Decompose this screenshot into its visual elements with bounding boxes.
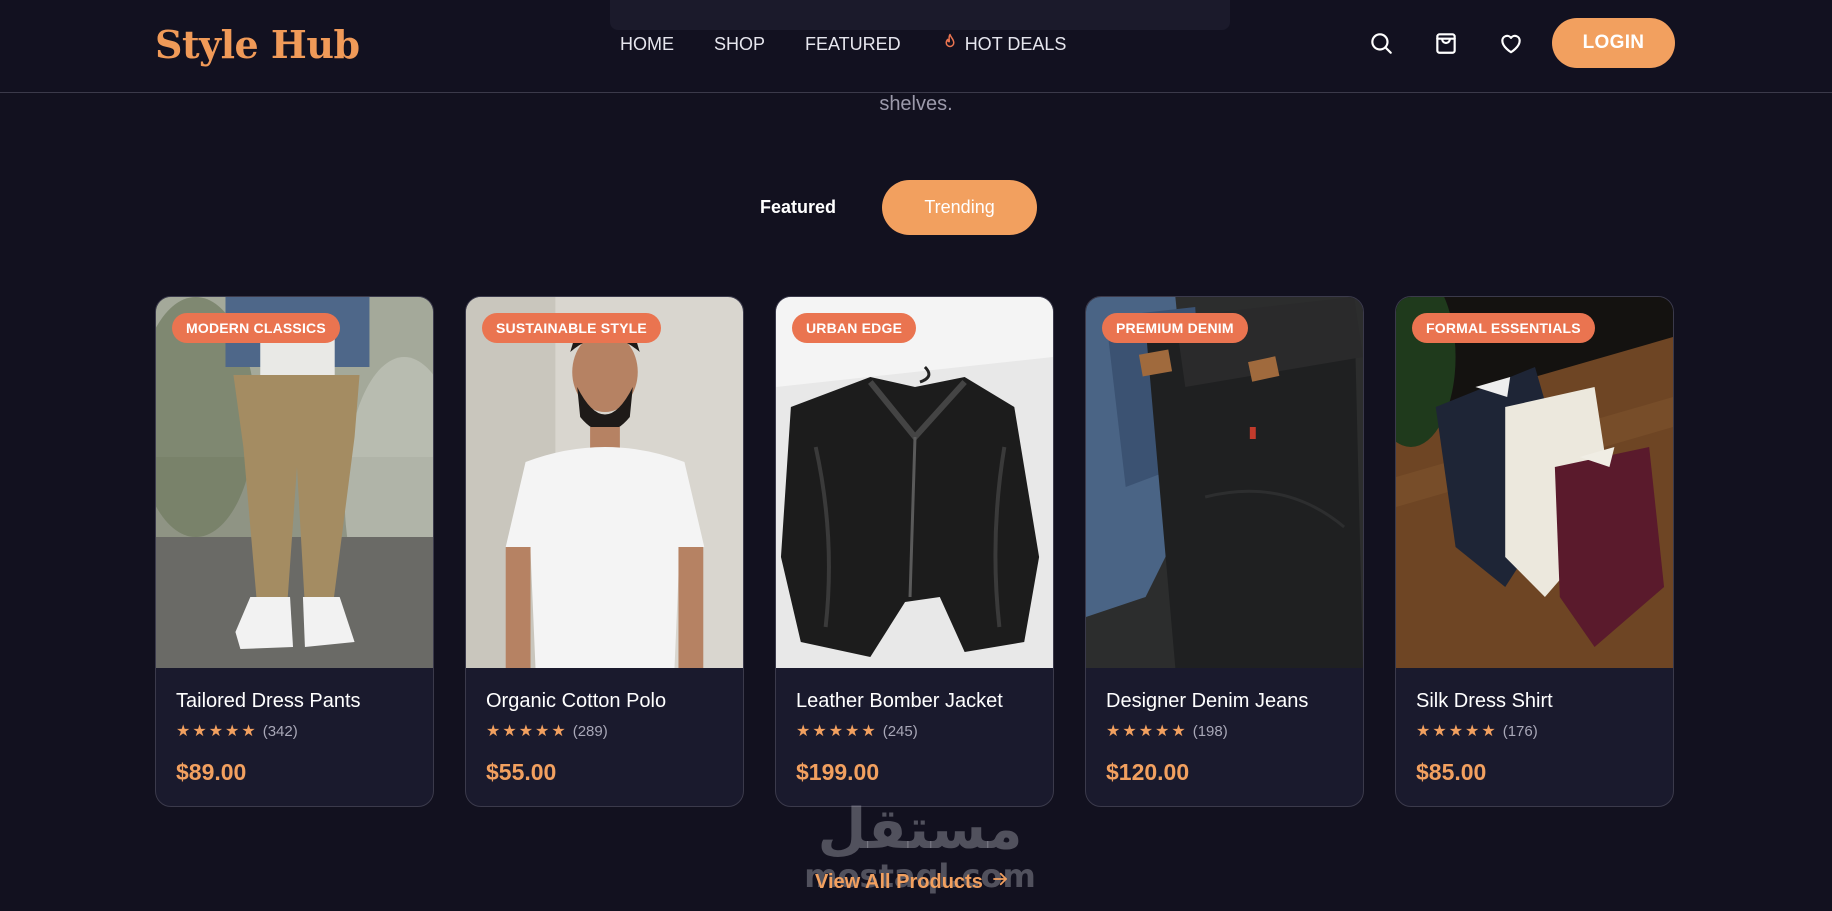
product-badge: URBAN EDGE <box>792 313 917 343</box>
product-rating: ★★★★★ (176) <box>1416 721 1653 741</box>
nav-home[interactable]: HOME <box>620 33 674 56</box>
shopping-bag-icon[interactable] <box>1433 30 1459 56</box>
nav-shop-label: SHOP <box>714 34 766 54</box>
product-price: $55.00 <box>486 759 557 785</box>
product-title: Designer Denim Jeans <box>1106 690 1309 712</box>
review-count: (342) <box>262 722 298 740</box>
section-subtitle: shelves. <box>879 93 953 115</box>
product-badge: MODERN CLASSICS <box>172 313 340 343</box>
view-all-products-link[interactable]: View All Products <box>815 870 1009 894</box>
product-rating: ★★★★★ (289) <box>486 721 723 741</box>
product-card[interactable]: PREMIUM DENIM Designer Denim Jeans ★★★★★… <box>1085 296 1364 807</box>
view-all-label: View All Products <box>815 870 983 893</box>
product-card[interactable]: URBAN EDGE Leather Bomber Jacket ★★★★★ (… <box>775 296 1054 807</box>
product-card[interactable]: FORMAL ESSENTIALS Silk Dress Shirt ★★★★★… <box>1395 296 1674 807</box>
heart-icon[interactable] <box>1498 30 1524 56</box>
header-backdrop <box>610 0 1230 30</box>
review-count: (289) <box>572 722 608 740</box>
product-image: MODERN CLASSICS <box>156 297 433 668</box>
product-price: $120.00 <box>1106 759 1190 785</box>
product-price: $89.00 <box>176 759 247 785</box>
product-badge: PREMIUM DENIM <box>1102 313 1248 343</box>
star-rating-icon: ★★★★★ <box>486 723 568 740</box>
nav-featured[interactable]: FEATURED <box>805 33 901 56</box>
flame-icon <box>941 33 959 56</box>
nav-home-label: HOME <box>620 34 674 54</box>
product-title: Organic Cotton Polo <box>486 690 667 712</box>
star-rating-icon: ★★★★★ <box>1106 723 1188 740</box>
nav-hot-deals[interactable]: HOT DEALS <box>941 33 1067 56</box>
tab-featured[interactable]: Featured <box>760 197 836 218</box>
review-count: (198) <box>1192 722 1228 740</box>
star-rating-icon: ★★★★★ <box>796 723 878 740</box>
product-image: SUSTAINABLE STYLE <box>466 297 743 668</box>
product-image: FORMAL ESSENTIALS <box>1396 297 1673 668</box>
product-badge: FORMAL ESSENTIALS <box>1412 313 1595 343</box>
product-title: Tailored Dress Pants <box>176 690 361 712</box>
product-tabs: Featured Trending <box>760 180 1038 235</box>
site-header: Style Hub HOME SHOP FEATURED HOT DEALS L… <box>0 0 1832 93</box>
watermark-arabic: مستقل <box>817 797 1023 862</box>
main-nav: HOME SHOP FEATURED HOT DEALS <box>620 33 1066 56</box>
product-price: $85.00 <box>1416 759 1487 785</box>
logo[interactable]: Style Hub <box>155 22 360 67</box>
product-card[interactable]: MODERN CLASSICS Tailored Dress Pants ★★★… <box>155 296 434 807</box>
product-title: Leather Bomber Jacket <box>796 690 1003 712</box>
search-icon[interactable] <box>1368 30 1394 56</box>
star-rating-icon: ★★★★★ <box>176 723 258 740</box>
page: Style Hub HOME SHOP FEATURED HOT DEALS L… <box>0 0 1832 911</box>
product-title: Silk Dress Shirt <box>1416 690 1553 712</box>
product-rating: ★★★★★ (245) <box>796 721 1033 741</box>
product-badge: SUSTAINABLE STYLE <box>482 313 661 343</box>
review-count: (245) <box>882 722 918 740</box>
review-count: (176) <box>1502 722 1538 740</box>
star-rating-icon: ★★★★★ <box>1416 723 1498 740</box>
nav-featured-label: FEATURED <box>805 34 901 54</box>
login-button[interactable]: LOGIN <box>1552 18 1675 68</box>
product-image: PREMIUM DENIM <box>1086 297 1363 668</box>
arrow-right-icon <box>991 870 1009 894</box>
product-card[interactable]: SUSTAINABLE STYLE Organic Cotton Polo ★★… <box>465 296 744 807</box>
product-rating: ★★★★★ (342) <box>176 721 413 741</box>
nav-shop[interactable]: SHOP <box>714 33 765 56</box>
product-image: URBAN EDGE <box>776 297 1053 668</box>
tab-trending[interactable]: Trending <box>882 180 1038 235</box>
nav-hot-deals-label: HOT DEALS <box>964 34 1067 54</box>
product-rating: ★★★★★ (198) <box>1106 721 1343 741</box>
product-grid: MODERN CLASSICS Tailored Dress Pants ★★★… <box>155 296 1674 807</box>
product-price: $199.00 <box>796 759 880 785</box>
